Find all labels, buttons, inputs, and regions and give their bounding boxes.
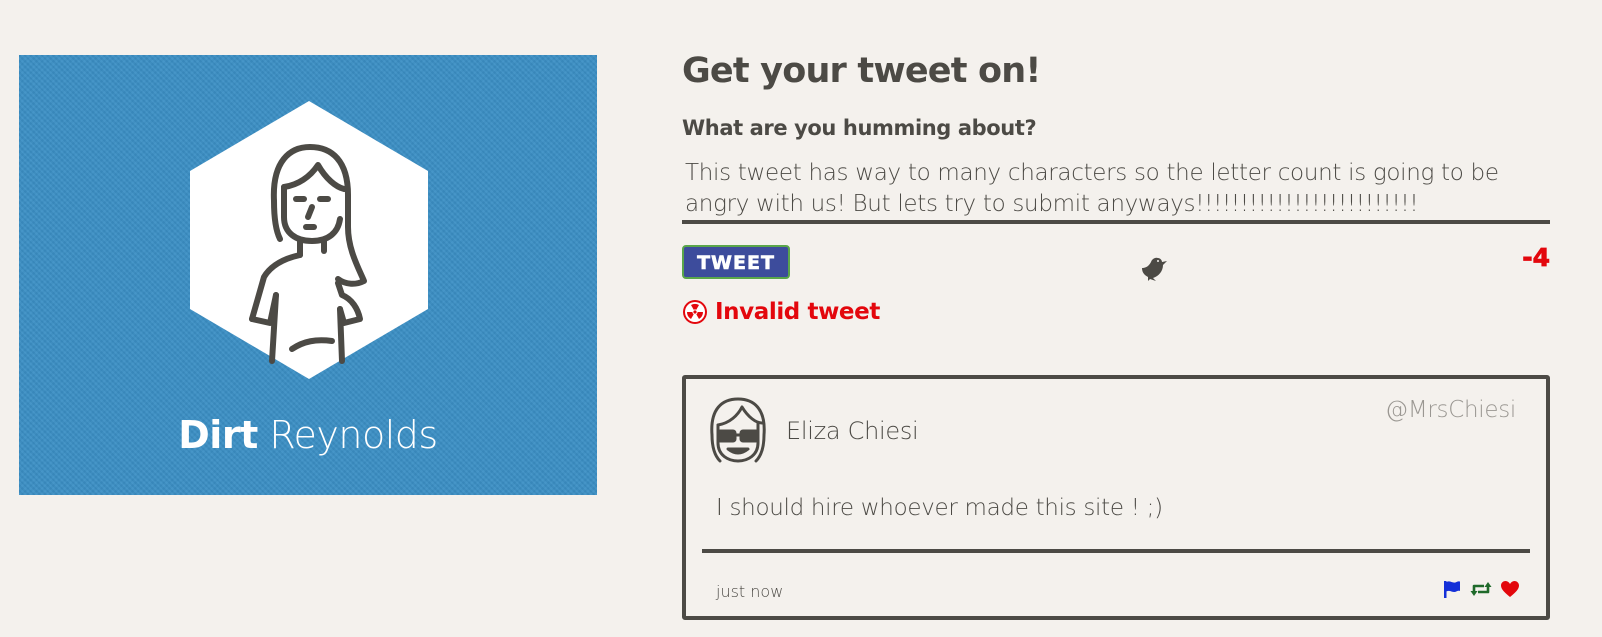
page-title: Get your tweet on! xyxy=(682,51,1041,91)
avatar xyxy=(706,395,770,465)
author-handle[interactable]: @MrsChiesi xyxy=(1385,397,1516,423)
profile-card: Dirt Reynolds xyxy=(19,55,597,495)
tweet-card: Eliza Chiesi @MrsChiesi I should hire wh… xyxy=(682,375,1550,620)
author-name[interactable]: Eliza Chiesi xyxy=(786,417,919,445)
tweet-divider xyxy=(702,549,1530,553)
tweet-input[interactable] xyxy=(682,154,1550,224)
error-message: Invalid tweet xyxy=(682,295,1550,329)
profile-last-name: Reynolds xyxy=(269,413,438,457)
tweet-input-label: What are you humming about? xyxy=(682,116,1037,140)
bird-icon xyxy=(1140,256,1168,282)
profile-first-name: Dirt xyxy=(178,413,258,457)
page: Dirt Reynolds Get your tweet on! What ar… xyxy=(0,0,1602,637)
flag-icon[interactable] xyxy=(1442,579,1462,599)
tweet-button[interactable]: TWEET xyxy=(682,245,790,279)
heart-icon[interactable] xyxy=(1500,580,1520,598)
character-counter: -4 xyxy=(1522,243,1551,273)
tweet-actions xyxy=(1442,579,1520,599)
radiation-icon xyxy=(682,299,708,325)
tweet-text: I should hire whoever made this site ! ;… xyxy=(716,495,1163,521)
composer-controls: TWEET -4 xyxy=(682,241,1550,285)
error-text: Invalid tweet xyxy=(715,299,880,325)
retweet-icon[interactable] xyxy=(1470,579,1492,599)
tweet-timestamp: just now xyxy=(716,582,784,601)
profile-name: Dirt Reynolds xyxy=(19,413,597,457)
tweet-composer: Get your tweet on! What are you humming … xyxy=(682,40,1550,329)
profile-avatar xyxy=(186,99,432,381)
